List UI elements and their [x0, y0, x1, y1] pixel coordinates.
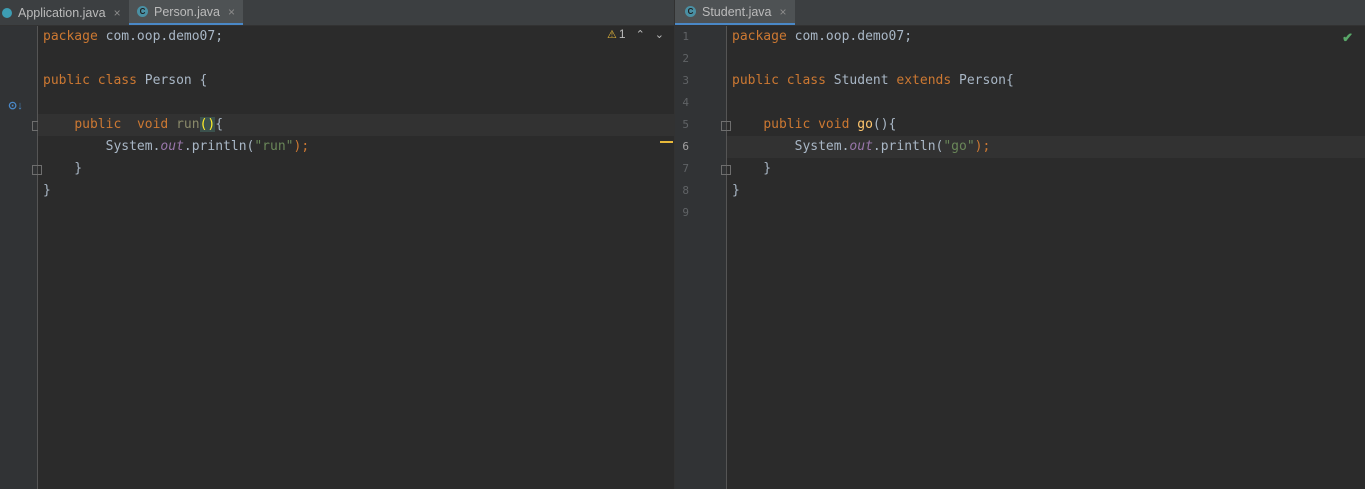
- gutter-left: ⊙↓: [0, 26, 42, 489]
- tab-application-java[interactable]: Application.java ×: [0, 0, 127, 25]
- warning-count: 1: [618, 27, 626, 41]
- editor-pane-right: C Student.java × 1 2 3 4 5 6 7 8 9 packa…: [675, 0, 1365, 489]
- editor-tabbar-left: Application.java × C Person.java ×: [0, 0, 674, 26]
- java-class-icon: [2, 7, 12, 18]
- code-line-8: }: [43, 183, 51, 198]
- editor-tabbar-right: C Student.java ×: [675, 0, 1365, 26]
- line-number: 8: [682, 184, 689, 197]
- code-line-5: public void go(){: [763, 117, 897, 132]
- code-line-3: public class Student extends Person{: [732, 73, 1014, 88]
- code-line-1: package com.oop.demo07;: [43, 29, 224, 44]
- warning-stripe-marker[interactable]: [660, 141, 673, 143]
- code-line-7: }: [732, 161, 772, 176]
- next-highlight-icon[interactable]: ⌄: [655, 28, 664, 41]
- close-tab-icon[interactable]: ×: [114, 6, 121, 20]
- line-number: 7: [682, 162, 689, 175]
- line-number: 6: [682, 140, 689, 153]
- code-line-5: public void run(){: [38, 114, 674, 136]
- code-line-6: System.out.println("go");: [727, 136, 1365, 158]
- inspection-widget[interactable]: ⚠ 1 ⌃ ⌄: [607, 27, 664, 41]
- no-problems-icon[interactable]: ✔: [1342, 30, 1353, 46]
- tab-student-java[interactable]: C Student.java ×: [675, 0, 795, 25]
- line-number: 3: [682, 74, 689, 87]
- close-tab-icon[interactable]: ×: [228, 5, 235, 19]
- gutter-right: 1 2 3 4 5 6 7 8 9: [675, 26, 731, 489]
- previous-highlight-icon[interactable]: ⌃: [636, 28, 645, 41]
- code-line-3: public class Person {: [43, 73, 208, 88]
- line-number: 1: [682, 30, 689, 43]
- line-number: 2: [682, 52, 689, 65]
- line-number: 4: [682, 96, 689, 109]
- line-number: 5: [682, 118, 689, 131]
- java-class-icon: C: [685, 6, 696, 17]
- java-class-icon: C: [137, 6, 148, 17]
- tab-label: Person.java: [154, 4, 221, 19]
- code-line-7: }: [43, 161, 83, 176]
- tab-person-java[interactable]: C Person.java ×: [129, 0, 244, 25]
- warning-icon: ⚠: [607, 28, 617, 41]
- code-line-1: package com.oop.demo07;: [732, 29, 913, 44]
- editor-pane-left: Application.java × C Person.java × ⊙↓ pa…: [0, 0, 674, 489]
- override-icon[interactable]: ⊙↓: [8, 99, 23, 112]
- close-tab-icon[interactable]: ×: [780, 5, 787, 19]
- tab-label: Student.java: [702, 4, 772, 19]
- ide-window: Application.java × C Person.java × ⊙↓ pa…: [0, 0, 1365, 489]
- line-number: 9: [682, 206, 689, 219]
- code-editor-left[interactable]: package com.oop.demo07; public class Per…: [38, 26, 674, 489]
- code-line-8: }: [732, 183, 740, 198]
- code-editor-right[interactable]: package com.oop.demo07; public class Stu…: [727, 26, 1365, 489]
- tab-label: Application.java: [18, 5, 106, 20]
- code-line-6: System.out.println("run");: [105, 139, 310, 154]
